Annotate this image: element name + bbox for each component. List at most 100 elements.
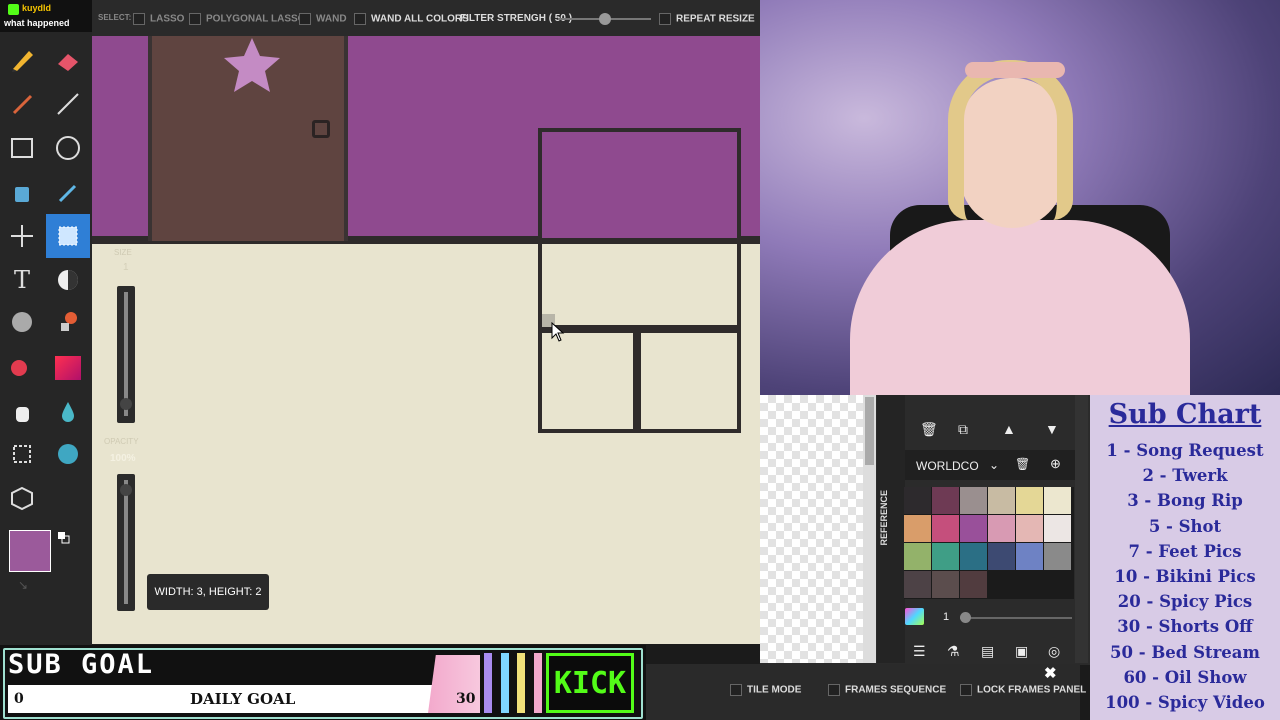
duplicate-icon[interactable]: ⧉ bbox=[958, 421, 968, 438]
options-bar: SELECT: LASSO POLYGONAL LASSO WAND WAND … bbox=[92, 0, 760, 36]
hand-tool[interactable] bbox=[2, 392, 42, 432]
stamp-tool[interactable] bbox=[48, 302, 88, 342]
palette-swatch[interactable] bbox=[932, 571, 959, 598]
brush-tool[interactable] bbox=[2, 84, 42, 124]
palette-swatch[interactable] bbox=[932, 487, 959, 514]
reference-scrollbar[interactable] bbox=[863, 395, 876, 663]
lasso-option[interactable]: LASSO bbox=[133, 13, 184, 25]
flask-icon[interactable]: ⚗ bbox=[947, 643, 960, 660]
close-icon[interactable]: ✖ bbox=[1044, 664, 1057, 682]
replace-color-tool[interactable] bbox=[2, 348, 42, 388]
palette-name-select[interactable]: WORLDCO bbox=[916, 459, 979, 473]
goal-color-stripes bbox=[484, 653, 542, 713]
palette-swatch[interactable] bbox=[1016, 487, 1043, 514]
palette-swatch[interactable] bbox=[1044, 543, 1071, 570]
size-slider[interactable] bbox=[117, 286, 135, 423]
sub-chart-item: 60 - Oil Show bbox=[1123, 667, 1247, 687]
lasso-checkbox[interactable] bbox=[133, 13, 145, 25]
layers-list-icon[interactable]: ☰ bbox=[913, 643, 926, 660]
filter-strength-slider[interactable] bbox=[558, 13, 651, 25]
selection-tool[interactable] bbox=[46, 214, 90, 258]
hand-icon bbox=[16, 407, 29, 422]
crop-tool[interactable] bbox=[2, 434, 42, 474]
trash-icon[interactable]: 🗑 bbox=[920, 421, 938, 438]
line-tool[interactable] bbox=[48, 84, 88, 124]
text-tool[interactable]: T bbox=[2, 260, 42, 300]
pencil-tool[interactable] bbox=[2, 40, 42, 80]
palette-swatch[interactable] bbox=[1044, 487, 1071, 514]
ellipse-tool[interactable] bbox=[48, 128, 88, 168]
rectangle-tool[interactable] bbox=[2, 128, 42, 168]
polygonal-lasso-option[interactable]: POLYGONAL LASSO bbox=[189, 13, 305, 25]
eyedropper-tool[interactable] bbox=[48, 172, 88, 212]
move-down-icon[interactable]: ▼ bbox=[1045, 421, 1059, 437]
palette-swatch[interactable] bbox=[960, 543, 987, 570]
palette-swatch[interactable] bbox=[1044, 515, 1071, 542]
drawing-canvas[interactable]: SIZE 1 OPACITY 100% WIDTH: 3, HEIGHT: 2 bbox=[92, 36, 760, 644]
add-palette-icon[interactable]: ⊕ bbox=[1050, 456, 1061, 472]
palette-swatch[interactable] bbox=[904, 571, 931, 598]
fill-tool[interactable] bbox=[2, 172, 42, 212]
palette-swatch[interactable] bbox=[1016, 515, 1043, 542]
frames-sequence-option[interactable]: FRAMES SEQUENCE bbox=[828, 684, 946, 696]
delete-palette-icon[interactable]: 🗑 bbox=[1015, 457, 1030, 471]
tile-mode-option[interactable]: TILE MODE bbox=[730, 684, 801, 696]
polygonal-lasso-checkbox[interactable] bbox=[189, 13, 201, 25]
palette-swatch[interactable] bbox=[904, 487, 931, 514]
palette-swatch[interactable] bbox=[960, 515, 987, 542]
door-knob bbox=[312, 120, 330, 138]
palette-swatch[interactable] bbox=[960, 487, 987, 514]
blur-tool[interactable] bbox=[48, 392, 88, 432]
3d-tool[interactable] bbox=[2, 478, 42, 518]
palette-swatch[interactable] bbox=[904, 515, 931, 542]
wand-option[interactable]: WAND bbox=[299, 13, 347, 25]
brush-icon bbox=[12, 94, 33, 115]
palette-swatch[interactable] bbox=[988, 515, 1015, 542]
gradient-tool[interactable] bbox=[48, 348, 88, 388]
lock-frames-panel-option[interactable]: LOCK FRAMES PANEL bbox=[960, 684, 1086, 696]
panel-scrollbar[interactable] bbox=[1075, 395, 1088, 663]
rect-select-icon bbox=[58, 226, 78, 246]
palette-swatch[interactable] bbox=[988, 487, 1015, 514]
pattern-tool[interactable] bbox=[2, 302, 42, 342]
select-label: SELECT: bbox=[98, 13, 132, 22]
move-up-icon[interactable]: ▲ bbox=[1002, 421, 1016, 437]
reset-colors-icon[interactable]: ↘ bbox=[18, 578, 32, 592]
eraser-tool[interactable] bbox=[48, 40, 88, 80]
settings-icon[interactable]: ◎ bbox=[1048, 643, 1060, 660]
goal-current: 0 bbox=[14, 691, 24, 707]
palette-swatches[interactable] bbox=[904, 487, 1074, 599]
sub-chart-item: 50 - Bed Stream bbox=[1110, 642, 1260, 662]
wand-checkbox[interactable] bbox=[299, 13, 311, 25]
smudge-tool[interactable] bbox=[48, 434, 88, 474]
primary-color-swatch[interactable] bbox=[9, 530, 51, 572]
size-label: SIZE bbox=[114, 248, 132, 257]
repeat-resize-option[interactable]: REPEAT RESIZE bbox=[659, 13, 755, 25]
palette-swatch[interactable] bbox=[988, 543, 1015, 570]
move-tool[interactable] bbox=[2, 216, 42, 256]
wand-all-colors-checkbox[interactable] bbox=[354, 13, 366, 25]
wand-all-colors-option[interactable]: WAND ALL COLORS bbox=[354, 13, 469, 25]
palette-swatch[interactable] bbox=[960, 571, 987, 598]
size-value: 1 bbox=[123, 262, 129, 273]
copy-file-icon[interactable]: ▣ bbox=[1015, 643, 1028, 660]
opacity-slider[interactable] bbox=[117, 474, 135, 611]
kick-brand-box: KICK bbox=[546, 653, 634, 713]
chevron-down-icon[interactable]: ⌄ bbox=[989, 458, 999, 472]
tab-reference[interactable]: REFERENCE bbox=[879, 490, 903, 546]
kick-chat-overlay: kuydld what happened bbox=[0, 0, 92, 32]
mouse-cursor-icon bbox=[551, 322, 565, 342]
new-file-icon[interactable]: ▤ bbox=[981, 643, 994, 660]
dither-tool[interactable] bbox=[48, 260, 88, 300]
swap-colors-icon[interactable] bbox=[58, 531, 70, 544]
palette-swatch[interactable] bbox=[904, 543, 931, 570]
palette-rainbow-icon[interactable] bbox=[905, 608, 924, 625]
repeat-resize-checkbox[interactable] bbox=[659, 13, 671, 25]
palette-swatch[interactable] bbox=[932, 515, 959, 542]
filter-strength-knob[interactable] bbox=[598, 13, 611, 25]
layer-opacity-slider[interactable] bbox=[960, 612, 1072, 623]
palette-swatch[interactable] bbox=[1016, 543, 1043, 570]
line-icon bbox=[57, 93, 79, 115]
rectangle-icon bbox=[11, 138, 33, 158]
palette-swatch[interactable] bbox=[932, 543, 959, 570]
